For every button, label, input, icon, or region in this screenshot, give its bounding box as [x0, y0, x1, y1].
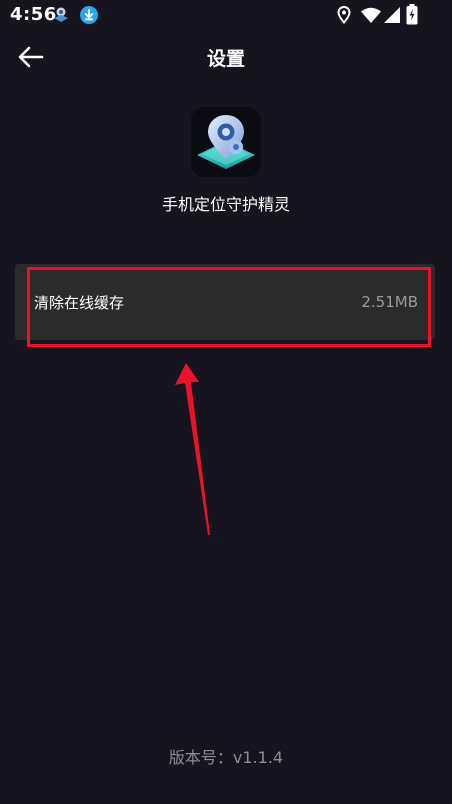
app-notification-icon — [52, 6, 70, 28]
download-icon — [80, 6, 98, 28]
app-logo — [191, 107, 261, 177]
clear-cache-label: 清除在线缓存 — [34, 294, 125, 312]
location-shield-app-icon — [191, 107, 261, 177]
signal-icon — [384, 7, 400, 27]
version-label: 版本号：v1.1.4 — [168, 748, 284, 767]
app-name: 手机定位守护精灵 — [161, 195, 290, 214]
status-time: 4:56 — [10, 4, 57, 25]
page-title: 设置 — [206, 48, 245, 70]
battery-charging-icon — [406, 4, 418, 29]
status-bar: 4:56 — [0, 0, 452, 32]
app-header: 设置 — [0, 36, 452, 78]
clear-cache-row[interactable]: 清除在线缓存 2.51MB — [15, 264, 435, 340]
wifi-icon — [361, 7, 381, 27]
location-icon — [337, 5, 351, 28]
cache-size-value: 2.51MB — [361, 293, 418, 311]
annotation-arrow — [175, 363, 210, 535]
